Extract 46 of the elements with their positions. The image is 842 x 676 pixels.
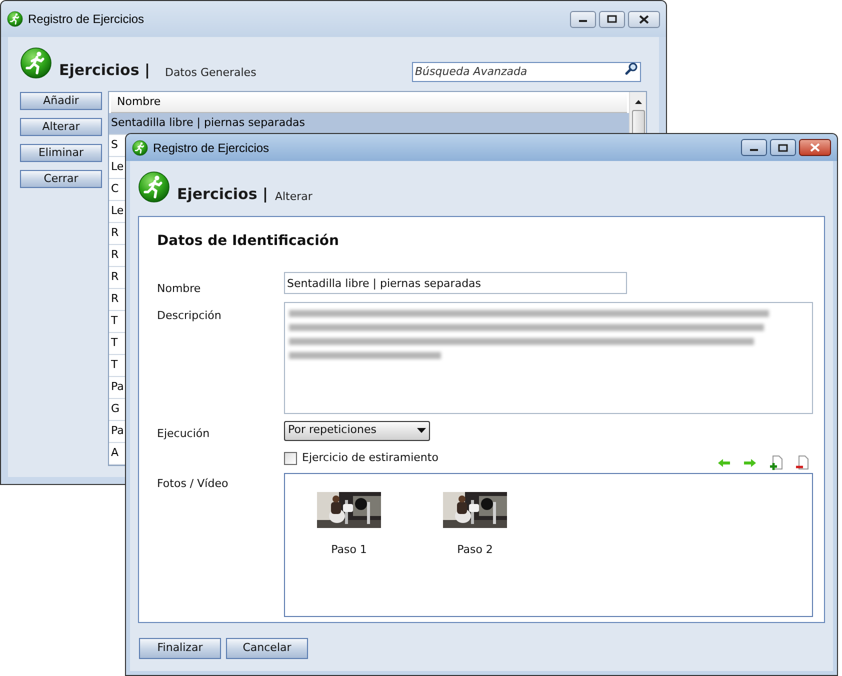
maximize-icon — [607, 15, 617, 23]
photo-caption: Paso 2 — [457, 542, 493, 558]
execution-dropdown[interactable]: Por repeticiones — [284, 420, 430, 440]
search-icon[interactable] — [625, 62, 638, 75]
runner-icon — [7, 11, 23, 27]
caret-icon — [417, 428, 426, 433]
scroll-up-icon[interactable] — [634, 99, 642, 105]
field-label: Fotos / Vídeo — [157, 476, 230, 492]
add-page-icon[interactable] — [769, 454, 783, 470]
close-button[interactable] — [799, 139, 831, 156]
minimize-button[interactable] — [741, 139, 767, 156]
window-title: Registro de Ejercicios — [153, 140, 270, 156]
list-row[interactable]: Sentadilla libre | piernas separadas — [109, 113, 629, 135]
form-title: Datos de Identificación — [157, 232, 340, 251]
field-label: Nombre — [157, 281, 202, 297]
dialog-button[interactable]: Cancelar — [226, 638, 308, 659]
checkbox-label: Ejercicio de estiramiento — [302, 450, 438, 466]
page-heading: Ejercicios | — [177, 187, 268, 202]
field-label: Descripción — [157, 308, 222, 324]
description-field[interactable] — [284, 302, 813, 414]
close-button[interactable] — [628, 10, 660, 28]
runner-logo-icon — [20, 47, 52, 79]
maximize-icon — [778, 144, 788, 152]
checkbox[interactable] — [284, 452, 297, 465]
remove-page-icon[interactable] — [795, 454, 809, 470]
maximize-button[interactable] — [599, 10, 625, 28]
action-button[interactable]: Eliminar — [20, 144, 102, 162]
runner-logo-icon — [138, 171, 170, 203]
column-header[interactable]: Nombre — [111, 93, 627, 113]
field-label: Ejecución — [157, 426, 211, 442]
action-button[interactable]: Añadir — [20, 92, 102, 110]
window-title: Registro de Ejercicios — [28, 11, 144, 28]
search-field[interactable]: Búsqueda Avanzada — [412, 62, 641, 82]
photo-caption: Paso 1 — [331, 542, 367, 558]
section-label: Datos Generales — [164, 67, 256, 78]
runner-icon — [132, 140, 148, 156]
close-icon — [810, 143, 820, 152]
action-button[interactable]: Cerrar — [20, 170, 102, 188]
dialog-button[interactable]: Finalizar — [139, 638, 221, 659]
minimize-button[interactable] — [570, 10, 596, 28]
page-heading: Ejercicios | — [59, 63, 150, 78]
maximize-button[interactable] — [770, 139, 796, 156]
close-icon — [639, 14, 649, 24]
action-button[interactable]: Alterar — [20, 118, 102, 136]
name-field[interactable]: Sentadilla libre | piernas separadas — [284, 272, 627, 294]
section-label: Alterar — [274, 191, 312, 202]
